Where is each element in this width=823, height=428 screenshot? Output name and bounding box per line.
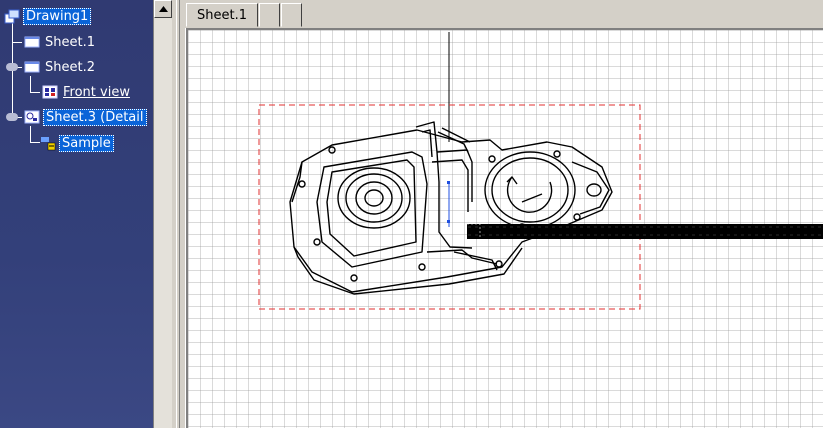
collapse-toggle[interactable] [6, 113, 18, 121]
tree-connector [30, 126, 31, 143]
part-drawing [258, 32, 823, 310]
collapse-toggle[interactable] [6, 63, 18, 71]
sheet-icon [24, 61, 40, 73]
tab-sheet1[interactable]: Sheet.1 [186, 3, 258, 27]
tree-connector [12, 42, 22, 43]
vertical-scrollbar-track[interactable] [154, 18, 172, 428]
sheet-icon [24, 36, 40, 48]
tree-item-label: Sheet.2 [45, 59, 95, 75]
tree-connector [30, 92, 40, 93]
view-icon [42, 85, 58, 99]
tree-item-front-view[interactable]: Front view [42, 83, 132, 101]
tree-root-label: Drawing1 [23, 7, 92, 25]
tree-item-sample[interactable]: Sample [40, 134, 114, 152]
specification-tree: Drawing1 Sheet.1 Sheet.2 Front view Shee… [0, 0, 153, 428]
gearbox-housing [289, 121, 613, 295]
tree-item-label: Sample [59, 134, 114, 152]
scroll-up-arrow-icon [158, 6, 168, 12]
tree-connector [30, 142, 40, 143]
tree-item-sheet2[interactable]: Sheet.2 [24, 58, 97, 76]
tab-blank-1[interactable] [259, 3, 280, 27]
tree-drawing-icon [4, 9, 20, 24]
tree-root-drawing[interactable]: Drawing1 [4, 7, 92, 25]
tab-blank-2[interactable] [281, 3, 302, 27]
tree-connector [30, 76, 31, 93]
sheet-tab-bar: Sheet.1 [180, 0, 823, 28]
tree-item-sheet1[interactable]: Sheet.1 [24, 33, 97, 51]
sketch-icon [41, 137, 56, 151]
highlighted-profile-strip [467, 223, 823, 239]
scroll-up-button[interactable] [154, 0, 172, 18]
tree-item-label: Sheet.1 [45, 34, 95, 50]
tree-item-sheet3-detail[interactable]: Sheet.3 (Detail [24, 108, 147, 126]
tab-label: Sheet.1 [197, 8, 247, 23]
tree-item-label: Sheet.3 (Detail [43, 108, 147, 126]
detail-sheet-icon [24, 110, 40, 124]
drawing-canvas[interactable] [186, 28, 823, 428]
tree-item-label: Front view [63, 84, 130, 100]
